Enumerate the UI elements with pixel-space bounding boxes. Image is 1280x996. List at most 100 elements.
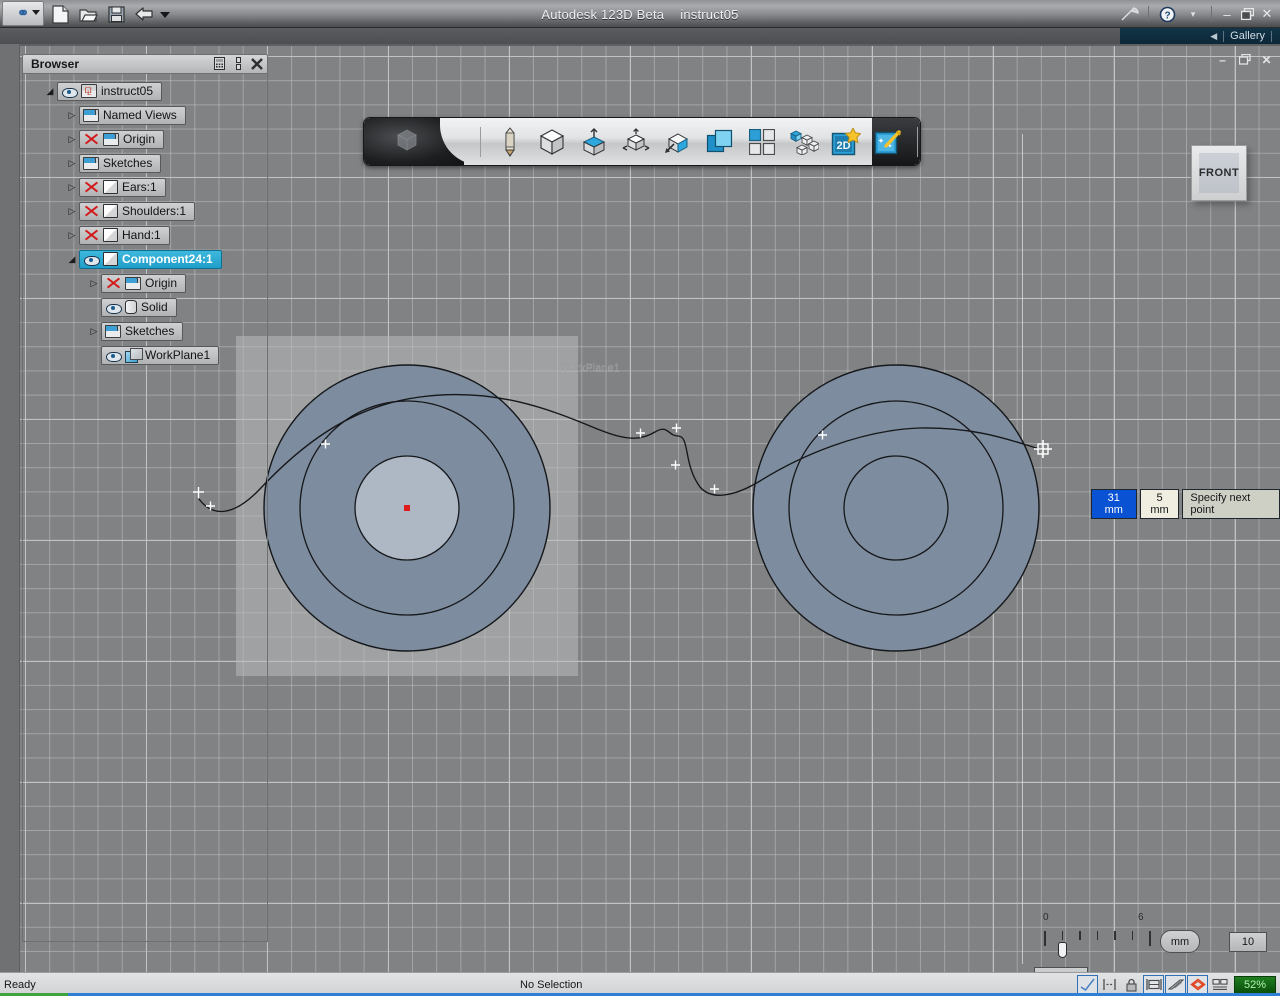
visibility-eye-icon[interactable]	[105, 301, 121, 314]
browser-tree-body[interactable]: ◢instruct05▷Named Views▷Origin▷Sketches▷…	[22, 74, 268, 942]
scale-tick	[1062, 931, 1064, 940]
browser-tree-node[interactable]: WorkPlane1	[101, 346, 219, 365]
view-orientation-front[interactable]: FRONT	[1191, 145, 1247, 201]
component-cube-icon	[103, 252, 118, 266]
secondary-distance-input[interactable]: 5 mm	[1140, 489, 1180, 519]
browser-tree-node[interactable]: Sketches	[79, 154, 161, 173]
toolbar-buttons: 2D	[476, 118, 921, 165]
browser-tree-row[interactable]: ▷Origin	[23, 271, 267, 295]
convert-2d-tool[interactable]: 2D	[829, 125, 863, 159]
chevron-right-icon[interactable]: ▷	[65, 182, 79, 193]
viewport-restore-button[interactable]	[1237, 52, 1252, 67]
browser-tree-row[interactable]: ◢instruct05	[23, 79, 267, 103]
browser-tree-node[interactable]: Origin	[79, 130, 164, 149]
zoom-percent-badge[interactable]: 52%	[1234, 976, 1276, 994]
browser-tree-row[interactable]: ▷Ears:1	[23, 175, 267, 199]
visibility-off-icon[interactable]	[105, 276, 121, 290]
chevron-down-icon[interactable]: ◢	[43, 86, 57, 97]
chevron-down-icon[interactable]: ◢	[65, 254, 79, 265]
browser-tree-row[interactable]: ▷Sketches	[23, 151, 267, 175]
sketch-pencil-tool[interactable]	[493, 125, 527, 159]
customize-dropdown-icon[interactable]	[160, 12, 170, 18]
browser-tree-row[interactable]: ▷Named Views	[23, 103, 267, 127]
visibility-eye-icon[interactable]	[105, 349, 121, 362]
browser-tree-node[interactable]: Ears:1	[79, 178, 166, 197]
visibility-off-icon[interactable]	[83, 204, 99, 218]
browser-options-icon[interactable]	[231, 57, 245, 73]
grouping-tool[interactable]	[745, 125, 779, 159]
browser-filter-icon[interactable]	[212, 57, 226, 73]
folder-icon	[103, 133, 119, 146]
unit-selector[interactable]: mm	[1160, 930, 1200, 953]
chevron-right-icon[interactable]: ▷	[65, 158, 79, 169]
combine-tool[interactable]	[703, 125, 737, 159]
new-file-icon[interactable]	[48, 2, 72, 26]
browser-tree-node[interactable]: Solid	[101, 298, 177, 317]
chevron-right-icon[interactable]: ▷	[65, 110, 79, 121]
restore-button[interactable]	[1238, 3, 1256, 25]
browser-tree-node[interactable]: Shoulders:1	[79, 202, 195, 221]
visibility-off-icon[interactable]	[83, 132, 99, 146]
visibility-eye-icon[interactable]	[61, 85, 77, 98]
help-icon[interactable]: ?	[1155, 2, 1179, 26]
pattern-tool[interactable]	[661, 125, 695, 159]
browser-tree-node[interactable]: instruct05	[57, 82, 162, 101]
browser-tree-node[interactable]: Named Views	[79, 106, 186, 125]
viewcube-face[interactable]: FRONT	[1199, 153, 1239, 193]
sketch-constraint-icon[interactable]	[1077, 975, 1098, 994]
dimension-icon[interactable]	[1099, 975, 1120, 994]
chevron-right-icon[interactable]: ▷	[87, 326, 101, 337]
close-button[interactable]: ✕	[1258, 3, 1276, 25]
browser-tree-row[interactable]: ▷ Sketches	[23, 319, 267, 343]
scale-ruler[interactable]: 0 6	[1040, 912, 1160, 952]
gallery-collapse-arrow-icon[interactable]: ◀	[1210, 31, 1217, 42]
viewport-minimize-button[interactable]: –	[1215, 52, 1230, 67]
undo-icon[interactable]	[132, 2, 156, 26]
browser-tree-node[interactable]: Component24:1	[79, 250, 222, 269]
save-file-icon[interactable]	[104, 2, 128, 26]
browser-tree-node[interactable]: Hand:1	[79, 226, 170, 245]
minimize-button[interactable]: –	[1218, 3, 1236, 25]
viewport[interactable]: – ✕	[0, 44, 1280, 972]
browser-tree-node[interactable]: Origin	[101, 274, 186, 293]
visibility-off-icon[interactable]	[83, 180, 99, 194]
browser-tree-node[interactable]: Sketches	[101, 322, 183, 341]
assemble-tool[interactable]	[787, 125, 821, 159]
scale-tick	[1149, 931, 1151, 946]
smart-tool[interactable]	[871, 125, 905, 159]
shading-icon[interactable]	[1165, 975, 1186, 994]
browser-tree-row[interactable]: ▷Hand:1	[23, 223, 267, 247]
zoom-step-input[interactable]: 10	[1229, 932, 1267, 952]
browser-tree-row[interactable]: WorkPlane1	[23, 343, 267, 367]
chevron-right-icon[interactable]: ▷	[65, 230, 79, 241]
viewport-close-button[interactable]: ✕	[1259, 52, 1274, 67]
chevron-right-icon[interactable]: ▷	[87, 278, 101, 289]
layout-icon[interactable]	[1209, 975, 1230, 994]
orbit-status-icon[interactable]	[1187, 975, 1208, 994]
snap-grid-icon[interactable]	[1143, 975, 1164, 994]
home-cube-icon[interactable]	[392, 128, 422, 156]
browser-tree-row[interactable]: ▷Origin	[23, 127, 267, 151]
browser-tree-node-label: Sketches	[125, 324, 174, 338]
primitives-tool[interactable]	[535, 125, 569, 159]
status-bar: Ready No Selection 52%	[0, 972, 1280, 996]
browser-tree-row[interactable]: Solid	[23, 295, 267, 319]
modify-tool[interactable]	[619, 125, 653, 159]
open-file-icon[interactable]	[76, 2, 100, 26]
app-menu-caret-icon[interactable]	[32, 10, 40, 15]
browser-close-icon[interactable]	[250, 58, 264, 73]
visibility-off-icon[interactable]	[83, 228, 99, 242]
sign-in-icon[interactable]	[1118, 2, 1142, 26]
help-dropdown-icon[interactable]: ▾	[1181, 2, 1205, 26]
construct-extrude-tool[interactable]	[577, 125, 611, 159]
gallery-panel-tab[interactable]: ◀ Gallery	[1120, 28, 1280, 44]
visibility-eye-icon[interactable]	[83, 253, 99, 266]
dynamic-input-tooltip[interactable]: 31 mm 5 mm Specify next point	[1091, 489, 1280, 519]
browser-tree-row[interactable]: ◢Component24:1	[23, 247, 267, 271]
lock-icon[interactable]	[1121, 975, 1142, 994]
chevron-right-icon[interactable]: ▷	[65, 206, 79, 217]
browser-tree-row[interactable]: ▷Shoulders:1	[23, 199, 267, 223]
scale-slider-handle[interactable]	[1058, 942, 1067, 958]
chevron-right-icon[interactable]: ▷	[65, 134, 79, 145]
distance-input[interactable]: 31 mm	[1091, 489, 1137, 519]
